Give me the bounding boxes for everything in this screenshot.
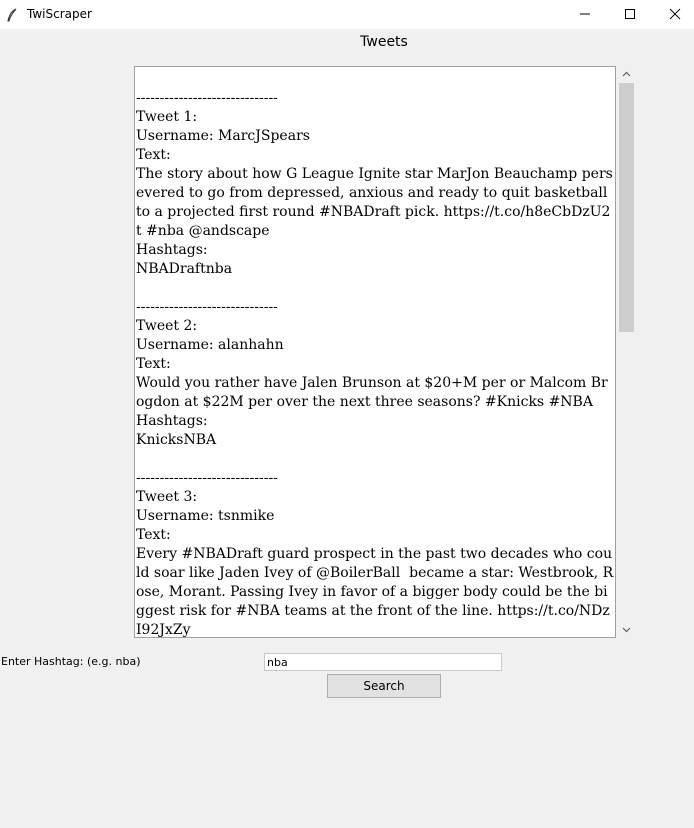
minimize-button[interactable] bbox=[562, 0, 608, 29]
close-button[interactable] bbox=[652, 0, 694, 29]
search-button[interactable]: Search bbox=[327, 674, 441, 698]
feather-icon bbox=[6, 7, 18, 22]
tweet-text-line bbox=[136, 70, 614, 89]
tweet-text-line: Username: alanhahn bbox=[136, 337, 284, 353]
tweet-text-line: Username: MarcJSpears bbox=[136, 128, 310, 144]
tweet-text-line bbox=[136, 450, 614, 469]
scroll-down-button[interactable] bbox=[618, 621, 635, 638]
chevron-down-icon bbox=[622, 627, 631, 633]
tweet-text-line: ------------------------------ bbox=[136, 470, 278, 486]
hashtag-label: Enter Hashtag: (e.g. nba) bbox=[1, 655, 141, 668]
scrollbar-thumb[interactable] bbox=[619, 83, 634, 332]
tweet-text-line: ------------------------------ bbox=[136, 299, 278, 315]
tweet-text-line bbox=[136, 279, 614, 298]
minimize-icon bbox=[580, 13, 590, 15]
tweet-text-line: NBADraftnba bbox=[136, 261, 233, 277]
scroll-up-button[interactable] bbox=[618, 66, 635, 83]
vertical-scrollbar[interactable] bbox=[618, 66, 635, 638]
tweet-text-line: Tweet 2: bbox=[136, 318, 198, 334]
tweet-text-line: Username: tsnmike bbox=[136, 508, 275, 524]
tweets-content: ------------------------------ Tweet 1: Us… bbox=[135, 67, 614, 638]
tweet-text-line: Tweet 1: bbox=[136, 109, 198, 125]
maximize-icon bbox=[625, 9, 635, 19]
window-title: TwiScraper bbox=[27, 7, 92, 21]
tweets-text-area[interactable]: ------------------------------ Tweet 1: Us… bbox=[134, 66, 616, 638]
tweet-text-line: Every #NBADraft guard prospect in the pa… bbox=[136, 546, 614, 638]
chevron-up-icon bbox=[622, 71, 631, 77]
hashtag-input[interactable] bbox=[264, 653, 502, 671]
tweets-heading: Tweets bbox=[360, 34, 408, 50]
tweet-text-line: Text: bbox=[136, 527, 171, 543]
close-icon bbox=[669, 8, 681, 20]
tweet-text-line: Hashtags: bbox=[136, 413, 208, 429]
title-bar: TwiScraper bbox=[0, 0, 694, 29]
tweet-text-line: Tweet 3: bbox=[136, 489, 198, 505]
tweet-text-line: Hashtags: bbox=[136, 242, 208, 258]
tweet-text-line: The story about how G League Ignite star… bbox=[136, 166, 613, 239]
tweet-text-line: ------------------------------ bbox=[136, 90, 278, 106]
tweet-text-line: KnicksNBA bbox=[136, 432, 217, 448]
tweet-text-line: Text: bbox=[136, 356, 171, 372]
tweet-text-line: Would you rather have Jalen Brunson at $… bbox=[136, 375, 608, 410]
maximize-button[interactable] bbox=[607, 0, 653, 29]
tweet-text-line: Text: bbox=[136, 147, 171, 163]
